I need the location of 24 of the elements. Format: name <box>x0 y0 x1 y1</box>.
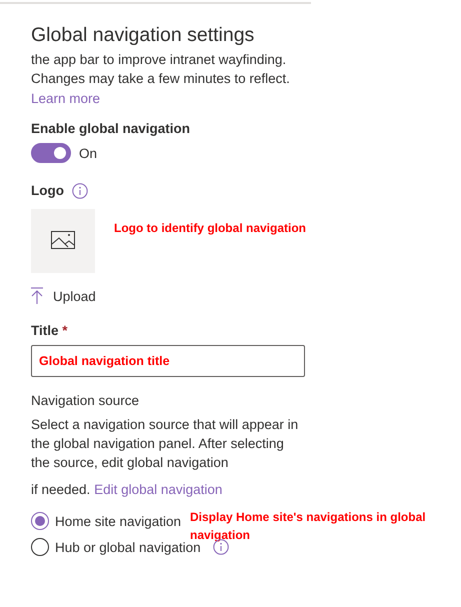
navigation-source-heading: Navigation source <box>31 392 140 410</box>
radio-label: Hub or global navigation <box>55 540 201 554</box>
title-label: Title * <box>31 322 68 340</box>
panel-title: Global navigation settings <box>31 23 256 48</box>
toggle-label: Enable global navigation <box>31 120 192 138</box>
upload-icon <box>31 287 43 305</box>
navigation-source-description: Select a navigation source that will appear in the global navigation panel. After selecting the source, edit global navigation <box>31 416 300 472</box>
radio-button[interactable] <box>31 512 49 530</box>
annotation-text: Display Home site's navigations in global navigation <box>190 509 427 542</box>
description-text: the app bar to improve intranet wayfinding. Changes may take a few minutes to reflect. <box>31 51 291 88</box>
logo-label: Logo <box>31 182 64 200</box>
annotation-text: Logo to identify global navigation <box>114 220 306 237</box>
description-ending-text: if needed. <box>31 482 90 497</box>
upload-button[interactable]: Upload <box>31 287 311 305</box>
image-icon <box>51 231 75 251</box>
title-input-field[interactable]: Global navigation title <box>31 345 305 377</box>
toggle-switch[interactable] <box>31 143 71 163</box>
radio-label: Home site navigation <box>55 514 182 528</box>
info-icon[interactable] <box>72 183 88 199</box>
edit-navigation-link[interactable]: Edit global navigation <box>94 482 222 497</box>
logo-placeholder[interactable] <box>31 209 95 273</box>
learn-more-link[interactable]: Learn more <box>31 91 100 106</box>
toggle-state-text: On <box>79 146 98 160</box>
radio-button[interactable] <box>31 538 49 556</box>
